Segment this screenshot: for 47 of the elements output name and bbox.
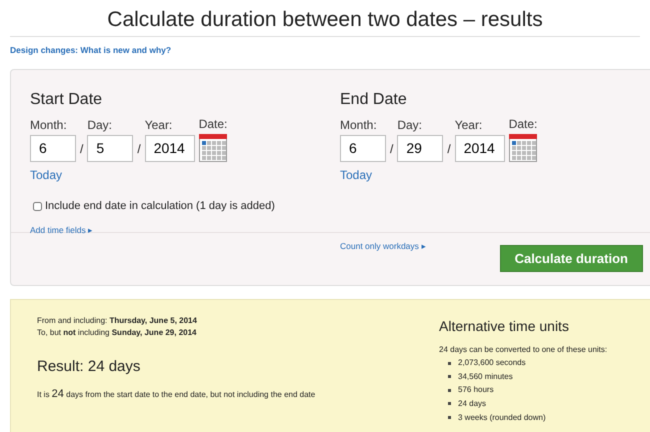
date-heading: Start Date: [30, 90, 104, 110]
option-link[interactable]: Add time fields ▸: [30, 224, 94, 236]
date-input[interactable]: 2014: [454, 134, 505, 162]
field-label: Year:: [144, 118, 174, 131]
separator: /: [137, 140, 141, 158]
unit-item: 576 hours: [458, 384, 494, 396]
bullet-icon: [448, 375, 451, 378]
page-title: Calculate duration between two dates – results: [10, 0, 640, 38]
field-label: Day:: [87, 118, 114, 131]
checkbox[interactable]: [33, 202, 42, 211]
date-heading: End Date: [340, 90, 408, 110]
separator: /: [80, 140, 84, 158]
bullet-icon: [448, 362, 451, 365]
link[interactable]: Design changes: What is new and why?: [10, 44, 172, 57]
field-label: Month:: [30, 118, 68, 131]
result-sentence: It is 24 days from the start date to the end date, but not including the end date: [37, 386, 316, 402]
separator: /: [447, 140, 451, 158]
field-label: Date:: [508, 118, 538, 130]
separator: /: [390, 140, 394, 158]
from-date-text: From and including: Thursday, June 5, 2014: [37, 314, 198, 327]
today-link[interactable]: Today: [340, 166, 372, 184]
unit-item: 34,560 minutes: [458, 370, 513, 383]
calculate-button[interactable]: Calculate duration: [500, 244, 643, 272]
calendar-icon[interactable]: [508, 134, 538, 162]
alternative-heading: Alternative time units: [439, 316, 570, 336]
result-heading: Result: 24 days: [37, 357, 142, 378]
field-label: Year:: [454, 118, 484, 131]
date-input[interactable]: 6: [340, 134, 386, 162]
bullet-icon: [448, 388, 451, 392]
today-link[interactable]: Today: [30, 166, 62, 184]
intro-text: 24 days can be converted to one of these units:: [439, 344, 608, 356]
bullet-icon: [448, 416, 451, 419]
unit-item: 2,073,600 seconds: [458, 357, 526, 370]
unit-item: 3 weeks (rounded down): [458, 412, 546, 424]
to-date-text: To, but not including Sunday, June 29, 2014: [37, 327, 198, 340]
date-input[interactable]: 29: [397, 134, 444, 162]
field-label: Day:: [397, 118, 424, 131]
field-label: Month:: [340, 118, 378, 131]
field-label: Date:: [198, 118, 228, 130]
option-link[interactable]: Count only workdays ▸: [340, 240, 426, 253]
date-input[interactable]: 5: [87, 134, 134, 162]
date-input[interactable]: 2014: [144, 134, 195, 162]
date-input[interactable]: 6: [30, 134, 76, 162]
calendar-icon[interactable]: [198, 134, 228, 162]
bullet-icon: [448, 402, 451, 406]
checkbox-label: Include end date in calculation (1 day is added): [45, 199, 275, 214]
unit-item: 24 days: [458, 398, 486, 410]
